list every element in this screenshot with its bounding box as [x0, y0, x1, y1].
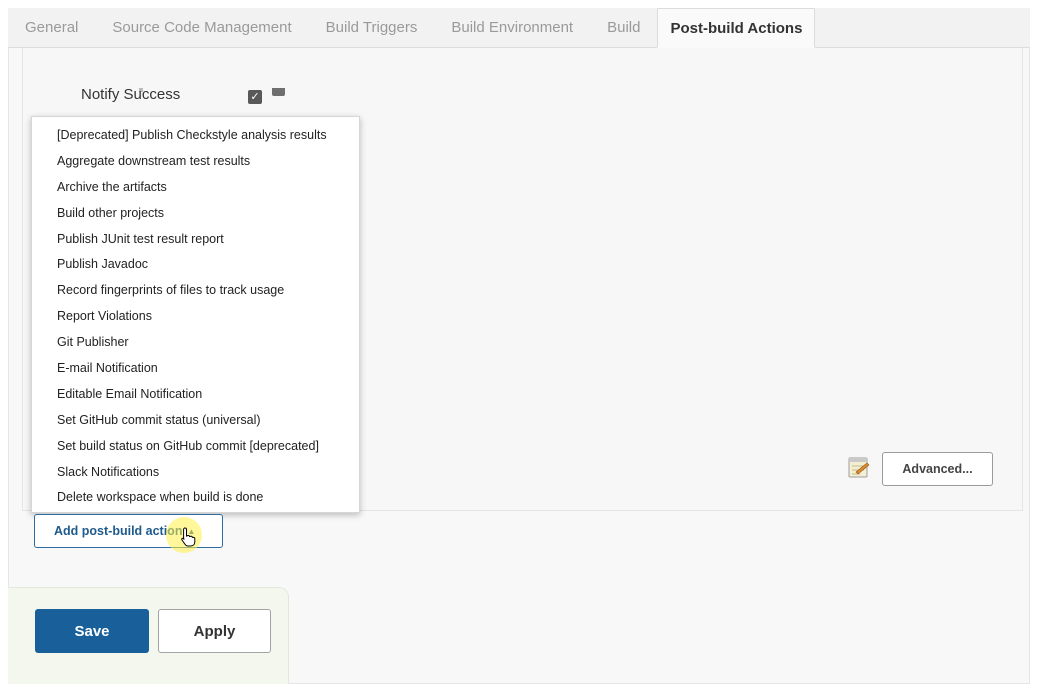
- add-post-build-action-button[interactable]: Add post-build action ▲: [34, 514, 223, 548]
- menu-item[interactable]: Slack Notifications: [32, 459, 359, 485]
- menu-item[interactable]: Set build status on GitHub commit [depre…: [32, 433, 359, 459]
- tab-source-code-management[interactable]: Source Code Management: [95, 8, 308, 47]
- menu-item[interactable]: Publish Javadoc: [32, 251, 359, 277]
- menu-item[interactable]: Editable Email Notification: [32, 381, 359, 407]
- menu-item[interactable]: Archive the artifacts: [32, 174, 359, 200]
- tab-build-triggers[interactable]: Build Triggers: [309, 8, 435, 47]
- caret-up-icon: ▲: [187, 526, 196, 536]
- menu-item[interactable]: Git Publisher: [32, 329, 359, 355]
- add-post-build-action-label: Add post-build action: [54, 524, 183, 538]
- menu-item[interactable]: Record fingerprints of files to track us…: [32, 277, 359, 303]
- notify-success-label: Notify Success: [81, 86, 181, 103]
- notify-success-checkbox[interactable]: ✓: [248, 90, 262, 104]
- menu-item[interactable]: Publish JUnit test result report: [32, 226, 359, 252]
- post-build-action-menu: [Deprecated] Publish Checkstyle analysis…: [31, 116, 360, 513]
- menu-item[interactable]: [Deprecated] Publish Checkstyle analysis…: [32, 122, 359, 148]
- clipped-checkbox[interactable]: [272, 88, 285, 96]
- tab-build-environment[interactable]: Build Environment: [434, 8, 590, 47]
- menu-item[interactable]: Report Violations: [32, 303, 359, 329]
- menu-item[interactable]: Build other projects: [32, 200, 359, 226]
- tab-general[interactable]: General: [8, 8, 95, 47]
- menu-item[interactable]: Set GitHub commit status (universal): [32, 407, 359, 433]
- tab-post-build-actions[interactable]: Post-build Actions: [657, 8, 816, 48]
- tab-build[interactable]: Build: [590, 8, 657, 47]
- menu-item[interactable]: Aggregate downstream test results: [32, 148, 359, 174]
- advanced-button[interactable]: Advanced...: [882, 452, 993, 486]
- menu-item[interactable]: Delete workspace when build is done: [32, 484, 359, 510]
- notepad-icon[interactable]: [847, 455, 871, 479]
- config-tabs: General Source Code Management Build Tri…: [8, 8, 1030, 48]
- apply-button[interactable]: Apply: [158, 609, 271, 653]
- menu-item[interactable]: E-mail Notification: [32, 355, 359, 381]
- save-button[interactable]: Save: [35, 609, 149, 653]
